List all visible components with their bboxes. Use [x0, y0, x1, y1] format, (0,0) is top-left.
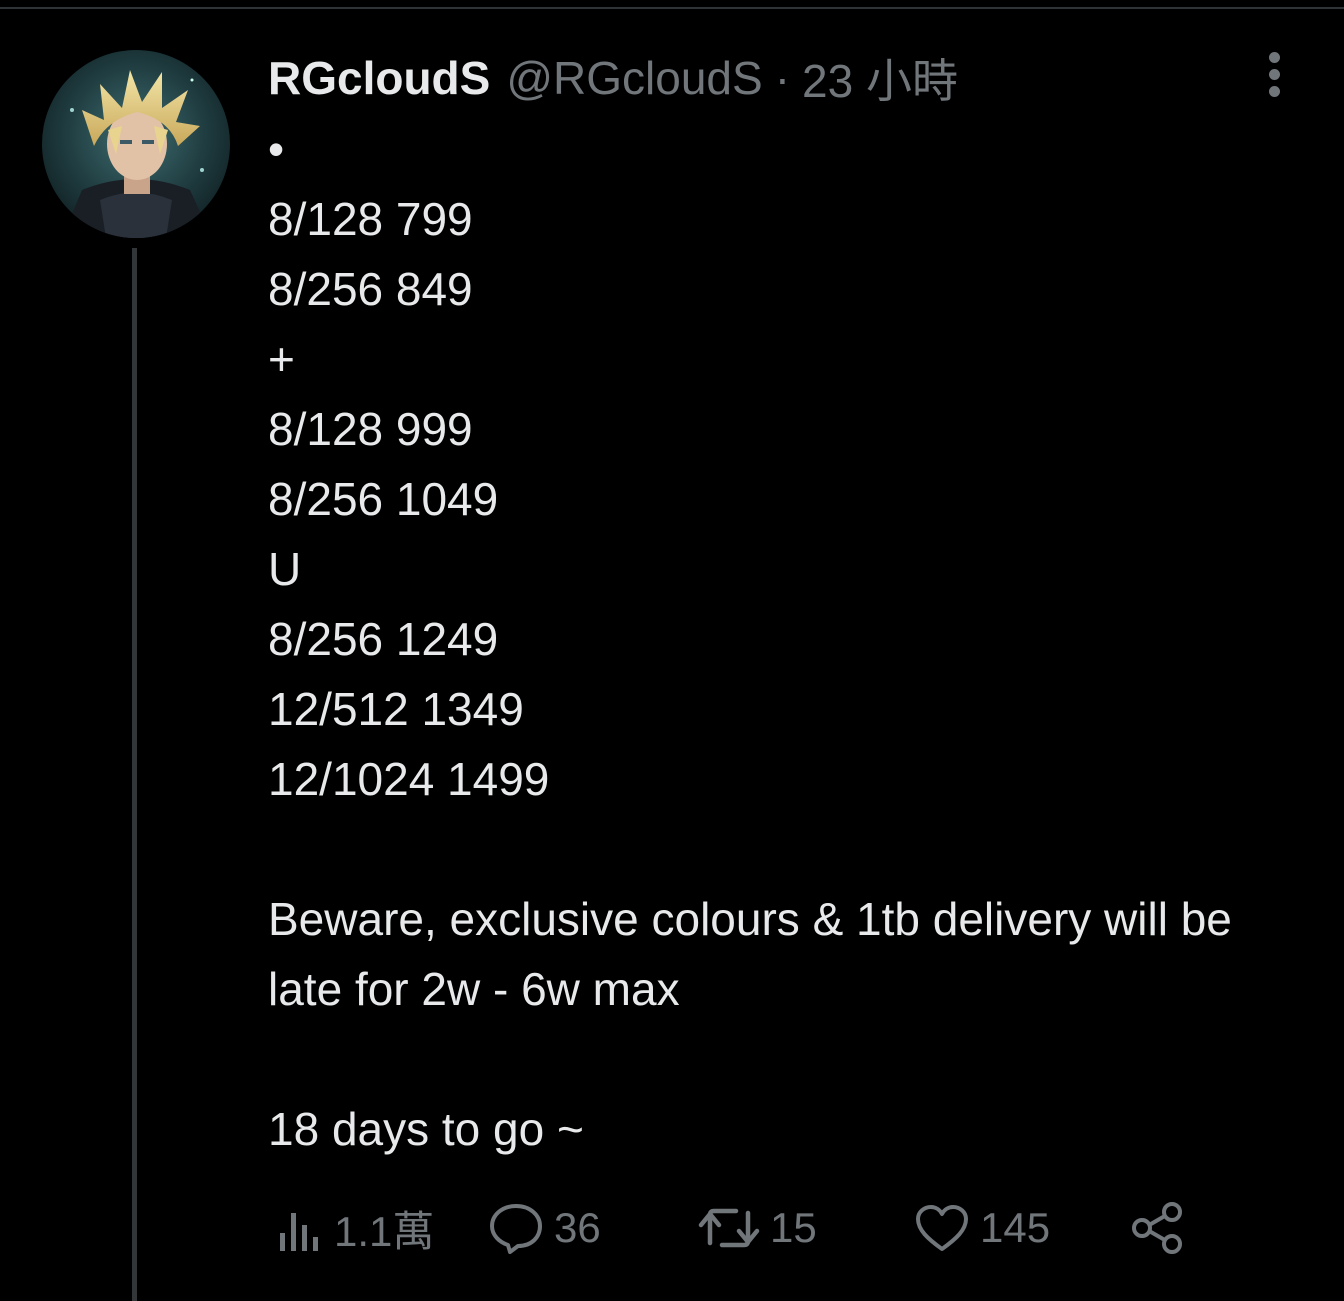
heart-icon [916, 1205, 968, 1251]
reply-button[interactable]: 36 [488, 1196, 601, 1260]
views-button[interactable]: 1.1萬 [278, 1196, 434, 1260]
tweet-line: • [268, 123, 285, 175]
avatar-image-icon [42, 50, 230, 238]
like-button[interactable]: 145 [914, 1196, 1050, 1260]
reply-count: 36 [554, 1204, 601, 1251]
share-nodes-icon [1132, 1202, 1182, 1254]
retweet-count: 15 [770, 1204, 817, 1251]
like-count: 145 [980, 1204, 1051, 1251]
tweet-line: 8/128 799 [268, 193, 473, 245]
tweet-timestamp[interactable]: 23 小時 [802, 45, 958, 111]
tweet-closing-line: 18 days to go ~ [268, 1103, 584, 1155]
top-divider [0, 0, 1344, 9]
tweet-header: RGcloudS @RGcloudS · 23 小時 [268, 50, 958, 107]
tweet-line: 8/256 1249 [268, 613, 499, 665]
bar-chart-icon [280, 1213, 318, 1251]
thread-line [132, 248, 137, 1301]
more-vertical-icon [1268, 51, 1280, 97]
author-display-name[interactable]: RGcloudS [268, 51, 490, 105]
tweet-page: RGcloudS @RGcloudS · 23 小時 • 8/128 799 8… [0, 0, 1344, 1301]
avatar[interactable] [42, 50, 230, 238]
views-count: 1.1萬 [334, 1207, 435, 1255]
tweet-line: 12/1024 1499 [268, 753, 550, 805]
tweet-line: 8/128 999 [268, 403, 473, 455]
tweet-paragraph: Beware, exclusive colours & 1tb delivery… [268, 893, 1232, 1015]
author-handle[interactable]: @RGcloudS [506, 51, 762, 105]
tweet-text: • 8/128 799 8/256 849 + 8/128 999 8/256 … [268, 114, 1308, 1164]
tweet-line: + [268, 333, 295, 385]
tweet-action-bar: 1.1萬 36 15 145 [268, 1196, 1198, 1260]
tweet-line: 8/256 1049 [268, 473, 499, 525]
tweet-line: U [268, 543, 302, 595]
retweet-arrows-icon [698, 1208, 760, 1248]
tweet-line: 12/512 1349 [268, 683, 524, 735]
tweet-line: 8/256 849 [268, 263, 473, 315]
speech-bubble-icon [490, 1204, 542, 1254]
header-separator: · [774, 52, 791, 104]
more-options-button[interactable] [1252, 50, 1296, 98]
retweet-button[interactable]: 15 [698, 1196, 817, 1260]
share-button[interactable] [1130, 1196, 1184, 1260]
